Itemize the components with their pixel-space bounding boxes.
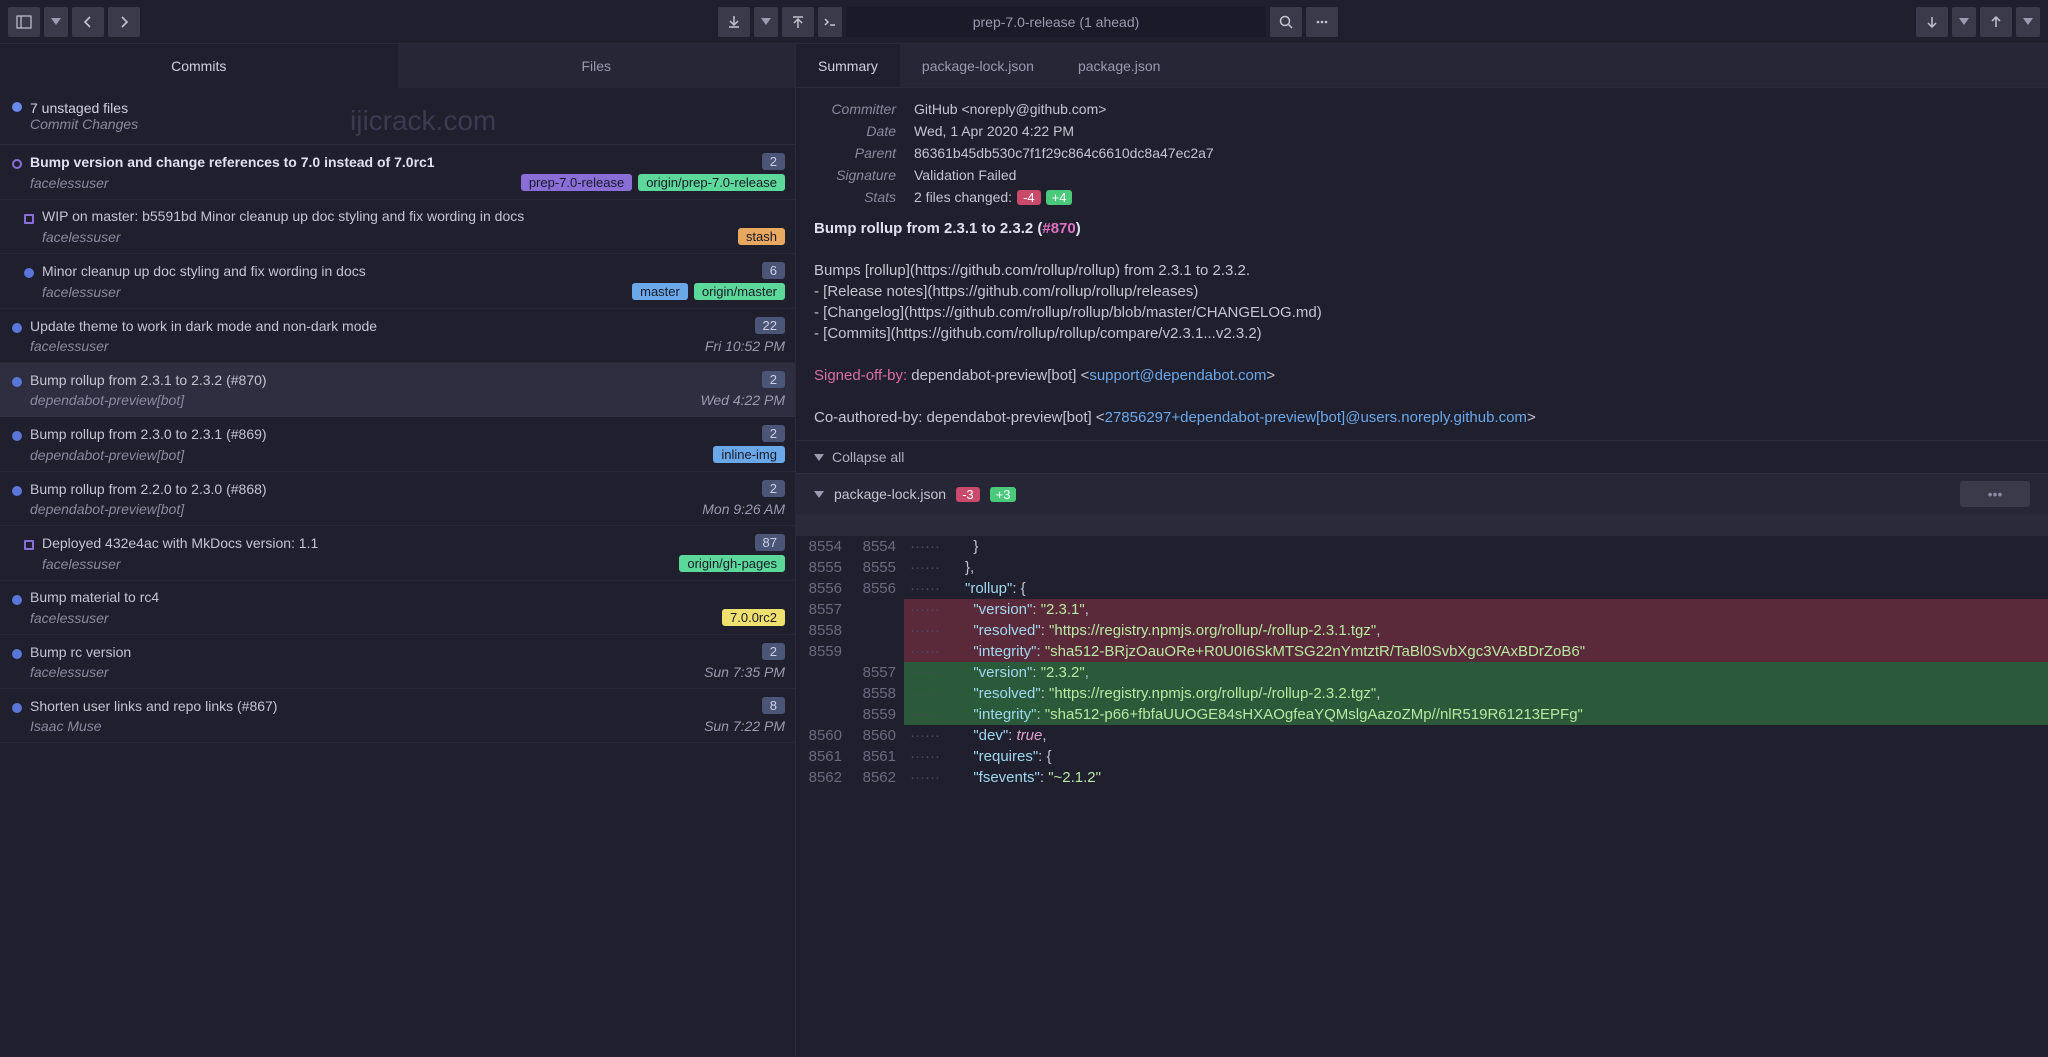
hunk-header — [796, 514, 2048, 536]
diff-line: 85548554······ } — [796, 536, 2048, 557]
chevron-down-icon — [814, 491, 824, 498]
diff-view[interactable]: 85548554······ }85558555······ },8556855… — [796, 514, 2048, 788]
commit-item[interactable]: Bump rc version2facelessuserSun 7:35 PM — [0, 635, 795, 689]
file-stat-plus: +3 — [990, 487, 1017, 502]
commit-meta: CommitterGitHub <noreply@github.com> Dat… — [796, 88, 2048, 218]
diff-line: 8558······ "resolved": "https://registry… — [796, 620, 2048, 641]
file-tabs: Summary package-lock.json package.json — [796, 44, 2048, 88]
ref-pill[interactable]: master — [632, 283, 688, 300]
fetch-up-dropdown-button[interactable] — [2016, 7, 2040, 37]
file-stat-minus: -3 — [956, 487, 980, 502]
commit-item[interactable]: Shorten user links and repo links (#867)… — [0, 689, 795, 743]
fetch-down-button[interactable] — [1916, 7, 1948, 37]
tab-package-json[interactable]: package.json — [1056, 44, 1183, 87]
stat-minus: -4 — [1017, 190, 1041, 205]
push-button[interactable] — [782, 7, 814, 37]
diff-line: 8559······ "integrity": "sha512-p66+fbfa… — [796, 704, 2048, 725]
diff-line: 85558555······ }, — [796, 557, 2048, 578]
ref-pill[interactable]: origin/prep-7.0-release — [638, 174, 785, 191]
commit-list[interactable]: 7 unstaged filesCommit ChangesBump versi… — [0, 88, 795, 1057]
left-panel: Commits Files 7 unstaged filesCommit Cha… — [0, 44, 796, 1057]
diff-line: 85568556······ "rollup": { — [796, 578, 2048, 599]
diff-line: 8557······ "version": "2.3.1", — [796, 599, 2048, 620]
diff-line: 8557······ "version": "2.3.2", — [796, 662, 2048, 683]
commit-item[interactable]: Bump version and change references to 7.… — [0, 145, 795, 200]
ref-pill[interactable]: stash — [738, 228, 785, 245]
tab-commits[interactable]: Commits — [0, 44, 398, 88]
branch-indicator[interactable]: prep-7.0-release (1 ahead) — [846, 7, 1266, 37]
dropdown-1-button[interactable] — [44, 7, 68, 37]
tab-files[interactable]: Files — [398, 44, 796, 88]
ref-pill[interactable]: 7.0.0rc2 — [722, 609, 785, 626]
uncommitted-section[interactable]: 7 unstaged filesCommit Changes — [0, 88, 795, 145]
meta-label-signature: Signature — [814, 167, 914, 183]
meta-val-signature: Validation Failed — [914, 167, 1016, 183]
fetch-dropdown-button[interactable] — [1952, 7, 1976, 37]
ref-pill[interactable]: origin/gh-pages — [679, 555, 785, 572]
meta-label-parent: Parent — [814, 145, 914, 161]
commit-item[interactable]: Bump rollup from 2.3.0 to 2.3.1 (#869)2d… — [0, 417, 795, 472]
nav-back-button[interactable] — [72, 7, 104, 37]
sidebar-toggle-button[interactable] — [8, 7, 40, 37]
pull-dropdown-button[interactable] — [754, 7, 778, 37]
more-button[interactable] — [1306, 7, 1338, 37]
search-button[interactable] — [1270, 7, 1302, 37]
meta-val-committer: GitHub <noreply@github.com> — [914, 101, 1106, 117]
file-more-button[interactable]: ••• — [1960, 481, 2030, 507]
terminal-icon-button[interactable] — [818, 7, 842, 37]
meta-val-stats: 2 files changed:-4+4 — [914, 189, 1072, 205]
commit-item[interactable]: Bump rollup from 2.3.1 to 2.3.2 (#870)2d… — [0, 363, 795, 417]
commit-item[interactable]: Update theme to work in dark mode and no… — [0, 309, 795, 363]
ref-pill[interactable]: prep-7.0-release — [521, 174, 632, 191]
meta-label-committer: Committer — [814, 101, 914, 117]
tab-package-lock[interactable]: package-lock.json — [900, 44, 1056, 87]
meta-label-stats: Stats — [814, 189, 914, 205]
right-panel: Summary package-lock.json package.json C… — [796, 44, 2048, 1057]
main-toolbar: prep-7.0-release (1 ahead) — [0, 0, 2048, 44]
stat-plus: +4 — [1046, 190, 1073, 205]
commit-message: Bump rollup from 2.3.1 to 2.3.2 (#870) B… — [796, 218, 2048, 440]
collapse-all-button[interactable]: Collapse all — [796, 440, 2048, 473]
diff-line: 85628562······ "fsevents": "~2.1.2" — [796, 767, 2048, 788]
meta-val-parent[interactable]: 86361b45db530c7f1f29c864c6610dc8a47ec2a7 — [914, 145, 1214, 161]
commit-item[interactable]: WIP on master: b5591bd Minor cleanup up … — [0, 200, 795, 254]
pull-button[interactable] — [718, 7, 750, 37]
ref-pill[interactable]: origin/master — [694, 283, 785, 300]
commit-item[interactable]: Bump rollup from 2.2.0 to 2.3.0 (#868)2d… — [0, 472, 795, 526]
meta-val-date: Wed, 1 Apr 2020 4:22 PM — [914, 123, 1074, 139]
tab-summary[interactable]: Summary — [796, 44, 900, 87]
ref-pill[interactable]: inline-img — [713, 446, 785, 463]
file-header[interactable]: package-lock.json -3 +3 ••• — [796, 473, 2048, 514]
pr-link[interactable]: #870 — [1042, 220, 1075, 237]
email-link[interactable]: 27856297+dependabot-preview[bot]@users.n… — [1105, 409, 1527, 426]
file-name: package-lock.json — [834, 486, 946, 502]
diff-line: 85608560······ "dev": true, — [796, 725, 2048, 746]
left-tabs: Commits Files — [0, 44, 795, 88]
nav-forward-button[interactable] — [108, 7, 140, 37]
commit-item[interactable]: Bump material to rc4facelessuser7.0.0rc2 — [0, 581, 795, 635]
chevron-down-icon — [814, 454, 824, 461]
diff-line: 8559······ "integrity": "sha512-BRjzOauO… — [796, 641, 2048, 662]
commit-item[interactable]: Deployed 432e4ac with MkDocs version: 1.… — [0, 526, 795, 581]
diff-line: 85618561······ "requires": { — [796, 746, 2048, 767]
meta-label-date: Date — [814, 123, 914, 139]
email-link[interactable]: support@dependabot.com — [1089, 367, 1266, 384]
commit-item[interactable]: Minor cleanup up doc styling and fix wor… — [0, 254, 795, 309]
fetch-up-button[interactable] — [1980, 7, 2012, 37]
diff-line: 8558······ "resolved": "https://registry… — [796, 683, 2048, 704]
